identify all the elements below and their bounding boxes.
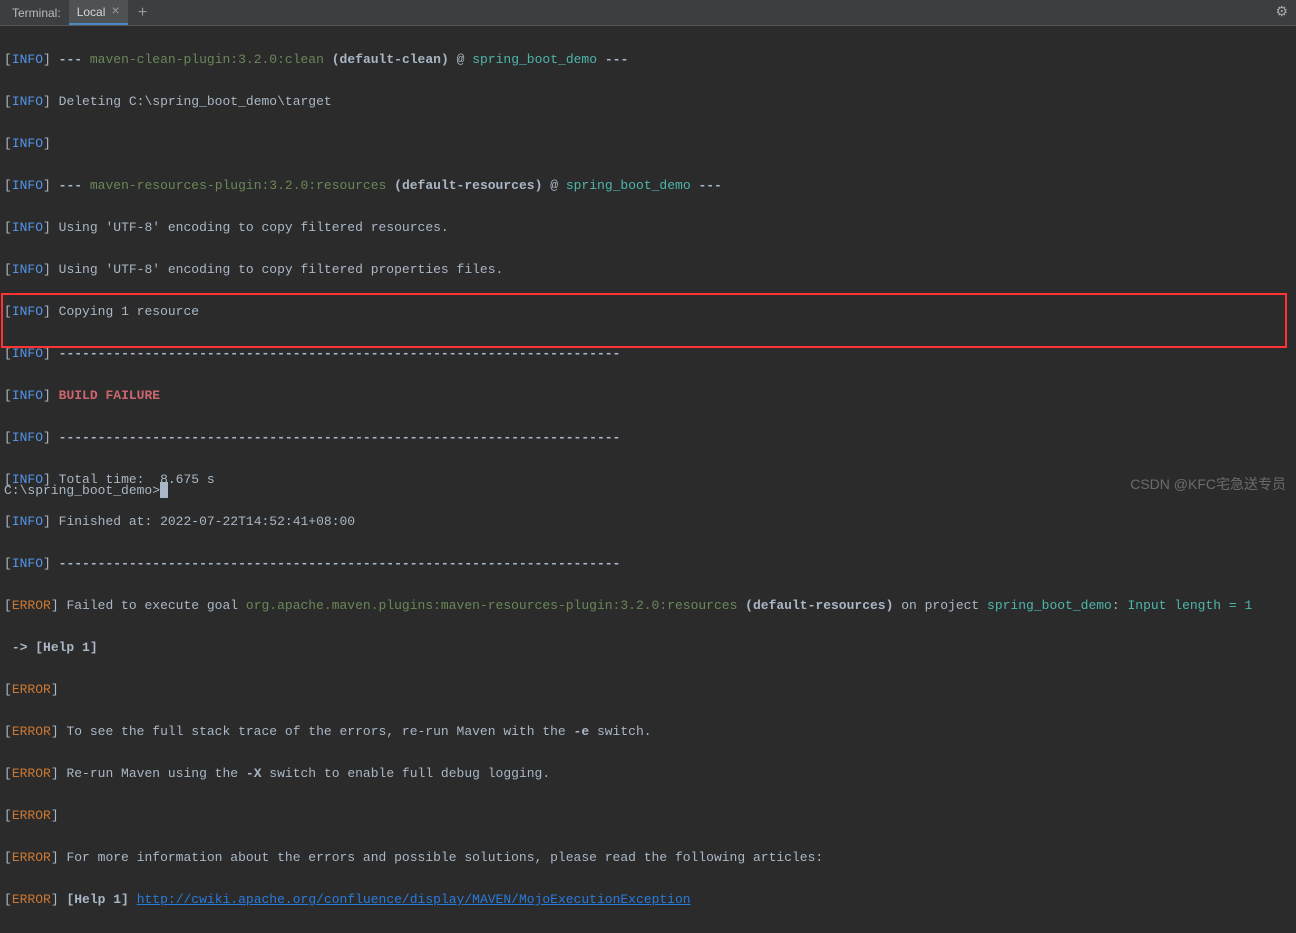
log-line: [INFO] Finished at: 2022-07-22T14:52:41+… — [4, 511, 1292, 532]
log-line: [INFO] ---------------------------------… — [4, 427, 1292, 448]
log-line: [ERROR] Failed to execute goal org.apach… — [4, 595, 1292, 616]
terminal-prompt[interactable]: C:\spring_boot_demo> — [4, 482, 168, 498]
log-line: [INFO] BUILD FAILURE — [4, 385, 1292, 406]
gear-icon[interactable]: ⚙ — [1275, 4, 1288, 21]
log-line: [INFO] --- maven-resources-plugin:3.2.0:… — [4, 175, 1292, 196]
terminal-tab-local[interactable]: Local × — [69, 0, 128, 25]
tab-name: Local — [77, 5, 106, 19]
cursor-icon — [160, 482, 168, 498]
log-line: [INFO] ---------------------------------… — [4, 553, 1292, 574]
help-link[interactable]: http://cwiki.apache.org/confluence/displ… — [137, 892, 691, 907]
close-icon[interactable]: × — [111, 4, 119, 20]
log-line: [ERROR] To see the full stack trace of t… — [4, 721, 1292, 742]
log-line: [INFO] Total time: 8.675 s — [4, 469, 1292, 490]
terminal-tab-bar: Terminal: Local × + ⚙ — [0, 0, 1296, 26]
log-line: [INFO] --- maven-clean-plugin:3.2.0:clea… — [4, 49, 1292, 70]
log-line: [ERROR] Re-run Maven using the -X switch… — [4, 763, 1292, 784]
prompt-text: C:\spring_boot_demo> — [4, 483, 160, 498]
log-line: [INFO] Deleting C:\spring_boot_demo\targ… — [4, 91, 1292, 112]
log-line: [INFO] ---------------------------------… — [4, 343, 1292, 364]
add-tab-icon[interactable]: + — [128, 4, 158, 22]
log-line: [ERROR] — [4, 679, 1292, 700]
terminal-output: [INFO] --- maven-clean-plugin:3.2.0:clea… — [0, 26, 1296, 933]
log-line: [ERROR] — [4, 805, 1292, 826]
log-line: [INFO] Copying 1 resource — [4, 301, 1292, 322]
terminal-label: Terminal: — [4, 6, 69, 20]
log-line: [INFO] Using 'UTF-8' encoding to copy fi… — [4, 217, 1292, 238]
log-line: -> [Help 1] — [4, 637, 1292, 658]
log-line: [INFO] — [4, 133, 1292, 154]
log-line: [ERROR] [Help 1] http://cwiki.apache.org… — [4, 889, 1292, 910]
log-line: [ERROR] For more information about the e… — [4, 847, 1292, 868]
log-line: [INFO] Using 'UTF-8' encoding to copy fi… — [4, 259, 1292, 280]
